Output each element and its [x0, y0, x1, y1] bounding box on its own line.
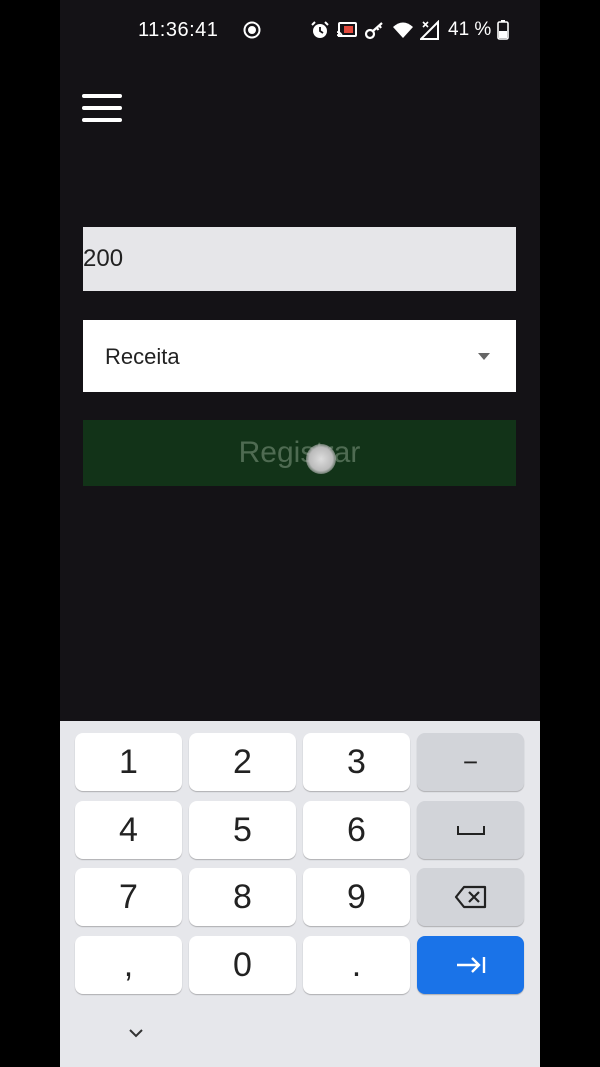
key-6[interactable]: 6: [303, 801, 410, 859]
next-key[interactable]: [417, 936, 524, 994]
key-8[interactable]: 8: [189, 868, 296, 926]
key-comma[interactable]: ,: [75, 936, 182, 994]
key-3[interactable]: 3: [303, 733, 410, 791]
key-0[interactable]: 0: [189, 936, 296, 994]
amount-input[interactable]: [83, 227, 516, 291]
key-period[interactable]: .: [303, 936, 410, 994]
dropdown-arrow-icon: [478, 353, 490, 360]
key-minus[interactable]: −: [417, 733, 524, 791]
key-9[interactable]: 9: [303, 868, 410, 926]
backspace-key[interactable]: [417, 868, 524, 926]
app-screen: 11:36:41 41 % 200 Receita Registrar 1 2 …: [60, 0, 540, 1067]
space-key[interactable]: [417, 801, 524, 859]
tab-next-icon: [456, 957, 485, 973]
type-select[interactable]: Receita: [83, 320, 516, 392]
backspace-icon: [454, 885, 486, 909]
wifi-icon: [393, 22, 413, 38]
battery-percent: 41 %: [448, 19, 492, 40]
type-select-value: Receita: [105, 344, 180, 369]
numeric-keyboard: 1 2 3 − 4 5 6 7 8 9 , 0 .: [60, 721, 540, 1067]
status-bar: 11:36:41 41 %: [60, 0, 540, 60]
status-icons: 41 %: [310, 19, 510, 41]
key-4[interactable]: 4: [75, 801, 182, 859]
menu-icon[interactable]: [82, 94, 124, 126]
space-icon: [456, 826, 485, 835]
key-2[interactable]: 2: [189, 733, 296, 791]
touch-indicator: [306, 444, 336, 474]
key-5[interactable]: 5: [189, 801, 296, 859]
cast-icon: [336, 22, 357, 38]
status-time: 11:36:41: [138, 19, 219, 41]
signal-icon: [420, 20, 439, 40]
record-icon: [243, 21, 261, 39]
vpn-key-icon: [364, 22, 383, 40]
key-1[interactable]: 1: [75, 733, 182, 791]
key-7[interactable]: 7: [75, 868, 182, 926]
register-button[interactable]: Registrar: [83, 420, 516, 486]
chevron-down-icon[interactable]: [126, 1026, 146, 1040]
alarm-icon: [311, 21, 329, 38]
battery-icon: [497, 20, 510, 40]
